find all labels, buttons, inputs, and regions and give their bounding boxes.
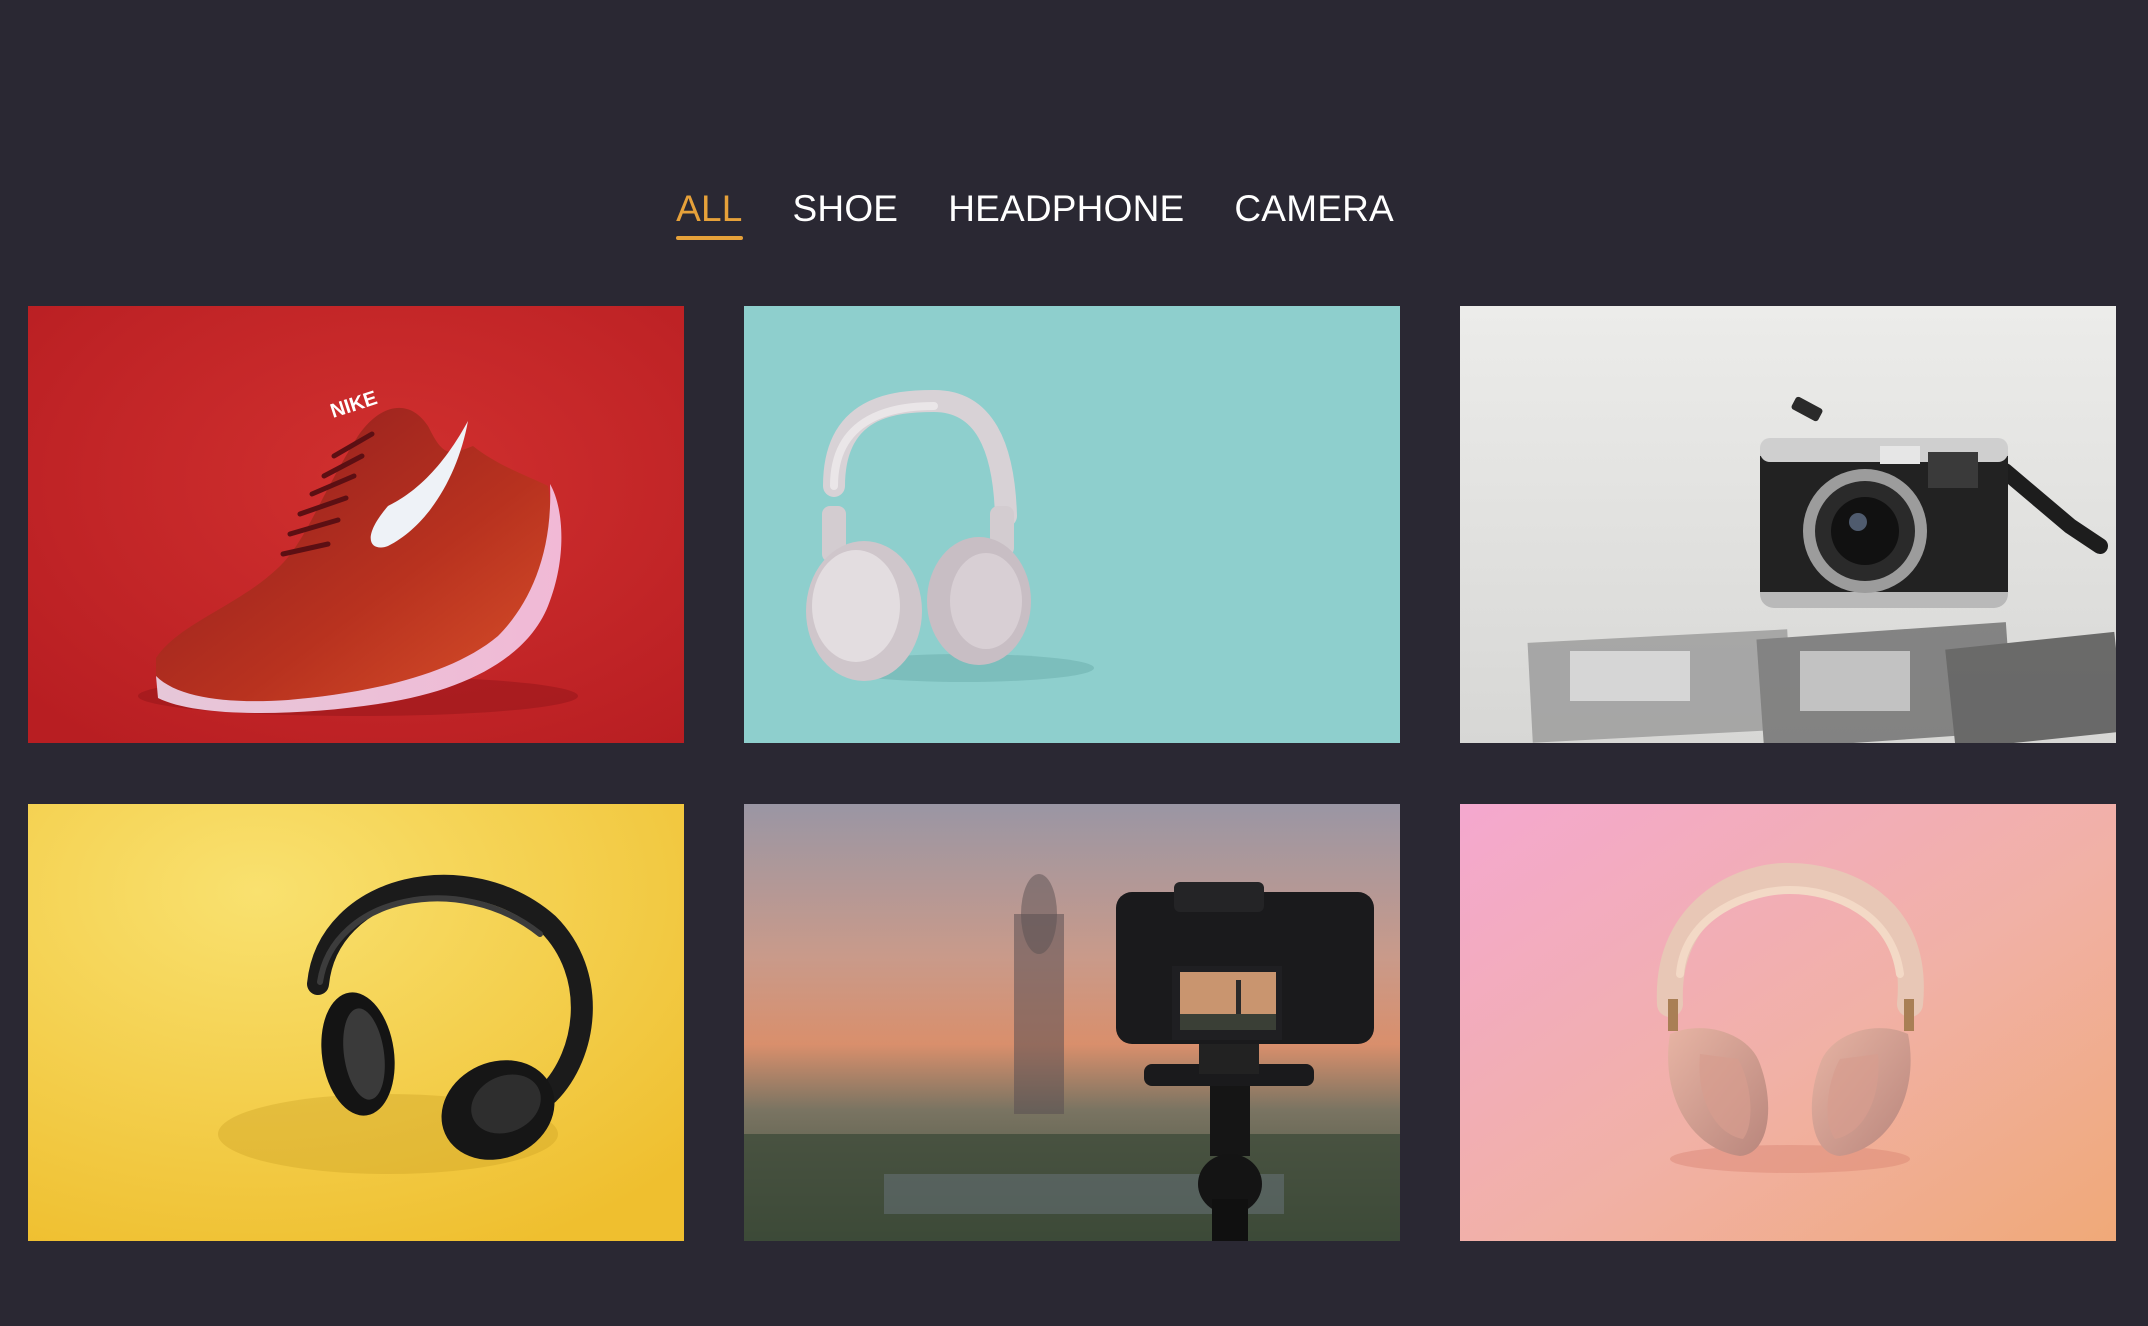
headphones-image bbox=[1460, 804, 2116, 1241]
filter-tabs: ALL SHOE HEADPHONE CAMERA bbox=[0, 184, 2148, 240]
camera-image bbox=[1460, 306, 2116, 743]
sneaker-image: NIKE bbox=[28, 306, 684, 743]
gallery-item-shoe[interactable]: NIKE bbox=[28, 306, 684, 743]
headphones-image bbox=[744, 306, 1400, 743]
headphones-image bbox=[28, 804, 684, 1241]
gallery-item-headphone-white[interactable] bbox=[744, 306, 1400, 743]
tab-all[interactable]: ALL bbox=[676, 184, 743, 240]
tab-camera[interactable]: CAMERA bbox=[1234, 184, 1394, 240]
gallery-item-headphone-pink[interactable] bbox=[1460, 804, 2116, 1241]
gallery-item-camera-silver[interactable] bbox=[1460, 306, 2116, 743]
gallery-item-headphone-black[interactable] bbox=[28, 804, 684, 1241]
product-grid: NIKE bbox=[28, 306, 2116, 1241]
camera-tripod-image bbox=[744, 804, 1400, 1241]
gallery-page: ALL SHOE HEADPHONE CAMERA NIKE bbox=[0, 0, 2148, 1326]
tab-shoe[interactable]: SHOE bbox=[793, 184, 899, 240]
tab-headphone[interactable]: HEADPHONE bbox=[948, 184, 1184, 240]
gallery-item-camera-tripod[interactable] bbox=[744, 804, 1400, 1241]
